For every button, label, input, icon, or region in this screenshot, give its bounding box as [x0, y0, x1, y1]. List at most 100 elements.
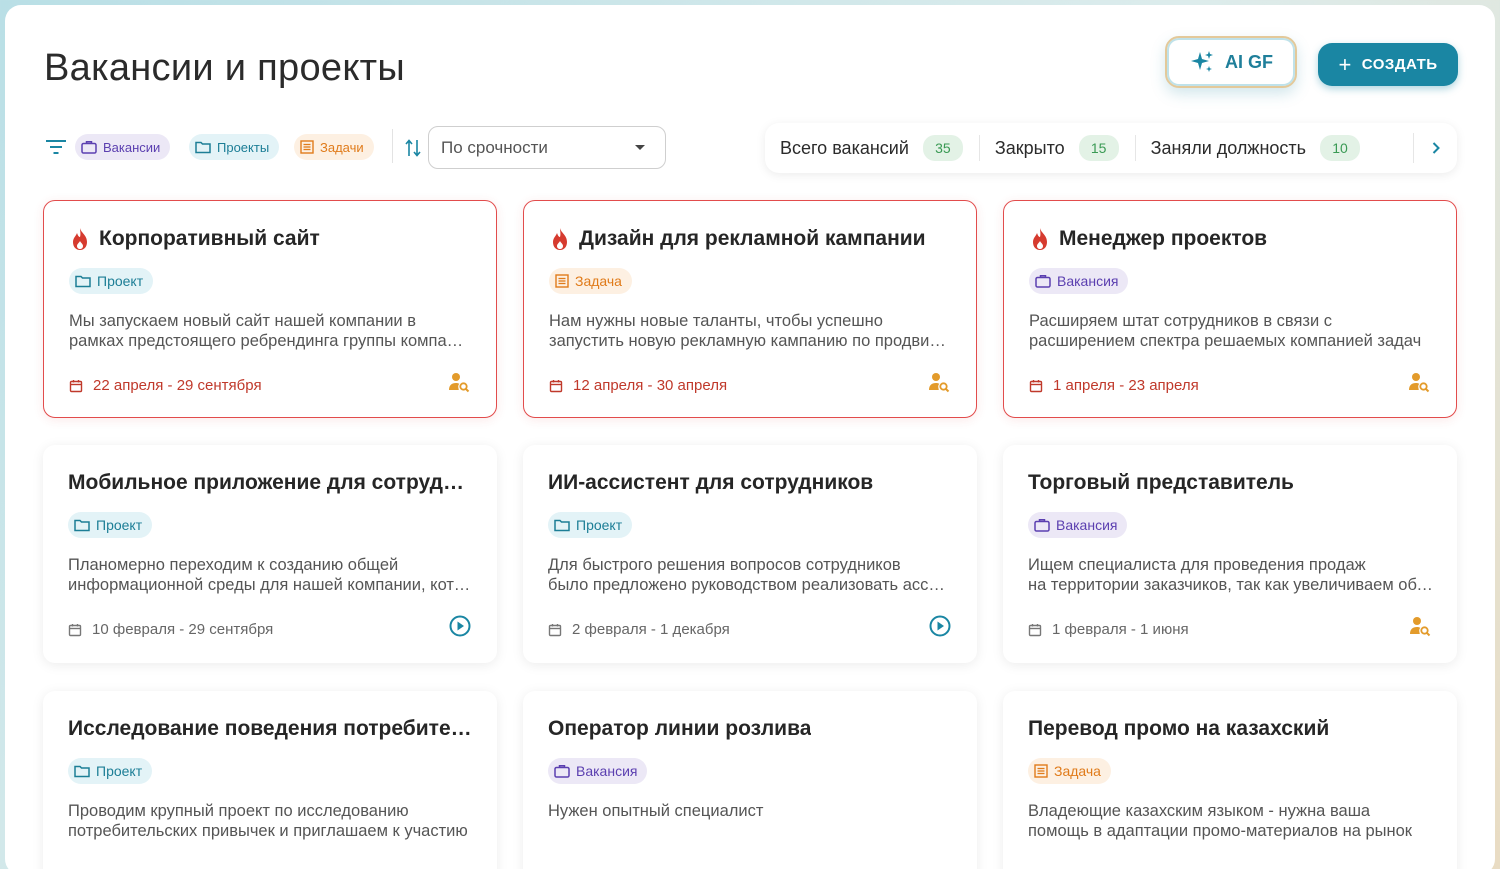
play-icon[interactable] [929, 615, 951, 637]
fire-icon [73, 228, 87, 250]
vacancy-card[interactable]: Исследование поведения потребителей Проек… [43, 691, 497, 869]
card-description-line: рамках предстоящего ребрендинга группы к… [69, 332, 472, 350]
type-chip-label: Задача [575, 273, 622, 289]
vacancy-card[interactable]: Корпоративный сайт Проект Мы запускаем нов… [43, 200, 497, 418]
ai-assistant-button[interactable]: AI GF [1165, 36, 1297, 88]
card-description: Мы запускаем новый сайт нашей компании в… [69, 311, 472, 351]
card-title-text: Мобильное приложение для сотрудников [68, 471, 473, 494]
filter-chip-projects[interactable]: Проекты [189, 134, 280, 160]
app-frame: Вакансии и проекты AI GF + СОЗДАТЬ Вакан… [5, 5, 1495, 869]
card-title: Дизайн для рекламной кампании [549, 227, 952, 251]
folder-icon [75, 275, 91, 288]
person-search-icon[interactable] [1408, 371, 1430, 393]
folder-icon [195, 141, 211, 154]
card-description-line: Владеющие казахским языком - нужна ваша [1028, 802, 1371, 820]
card-description: Планомерно переходим к созданию общей инф… [68, 555, 473, 595]
stat-label: Закрыто [994, 137, 1065, 158]
card-date: 1 апреля - 23 апреля [1029, 377, 1199, 394]
play-icon[interactable] [449, 615, 471, 637]
create-button-label: СОЗДАТЬ [1361, 56, 1438, 73]
calendar-icon [1029, 379, 1043, 392]
card-date-text: 1 февраля - 1 июня [1052, 621, 1189, 638]
vacancy-card[interactable]: Торговый представитель Вакансия Ищем специ… [1003, 445, 1457, 663]
card-title: ИИ-ассистент для сотрудников [548, 471, 953, 495]
type-chip-label: Проект [96, 517, 143, 533]
card-title: Перевод промо на казахский [1028, 717, 1433, 741]
vacancy-card[interactable]: Дизайн для рекламной кампании Задача Нам н… [523, 200, 977, 418]
card-title-text: Оператор линии розлива [548, 717, 812, 740]
type-chip-label: Проект [97, 273, 144, 289]
type-chip-label: Вакансия [576, 763, 638, 779]
calendar-icon [548, 623, 562, 636]
card-description: Ищем специалиста для проведения продаж на… [1028, 555, 1433, 595]
vacancy-card[interactable]: ИИ-ассистент для сотрудников Проект Для бы… [523, 445, 977, 663]
sort-select[interactable]: По срочности [428, 126, 666, 169]
card-title-text: Перевод промо на казахский [1028, 717, 1330, 740]
vacancy-card[interactable]: Мобильное приложение для сотрудников Прое… [43, 445, 497, 663]
card-date-text: 12 апреля - 30 апреля [573, 377, 728, 394]
folder-icon [74, 765, 90, 778]
card-date-text: 22 апреля - 29 сентября [93, 377, 262, 394]
calendar-icon [69, 379, 83, 392]
card-title-text: Торговый представитель [1028, 471, 1294, 494]
filter-icon[interactable] [45, 137, 67, 157]
type-chip: Вакансия [548, 758, 648, 784]
card-description-line: на территории заказчиков, так как увелич… [1028, 576, 1433, 594]
calendar-icon [1028, 623, 1042, 636]
stat-badge: 10 [1320, 135, 1361, 161]
card-title: Исследование поведения потребителей [68, 717, 473, 741]
person-search-icon[interactable] [1409, 615, 1431, 637]
card-description: Нужен опытный специалист [548, 801, 953, 821]
card-title-text: Корпоративный сайт [99, 227, 320, 250]
card-title-text: Исследование поведения потребителей [68, 717, 473, 740]
stat-badge: 35 [922, 135, 963, 161]
type-chip: Проект [548, 512, 633, 538]
filter-chip-vacancies[interactable]: Вакансии [75, 134, 171, 160]
vacancy-card[interactable]: Менеджер проектов Вакансия Расширяем штат … [1003, 200, 1457, 418]
card-title: Корпоративный сайт [69, 227, 472, 251]
person-search-icon[interactable] [928, 371, 950, 393]
card-date-text: 2 февраля - 1 декабря [572, 621, 730, 638]
folder-icon [74, 519, 90, 532]
card-date-text: 10 февраля - 29 сентября [92, 621, 274, 638]
filter-chip-label: Проекты [217, 139, 270, 155]
toolbar-divider [392, 129, 393, 163]
vacancy-card[interactable]: Перевод промо на казахский Задача Владеющи… [1003, 691, 1457, 869]
vacancy-card[interactable]: Оператор линии розлива Вакансия Нужен опыт… [523, 691, 977, 869]
task-list-icon [555, 274, 569, 288]
sort-icon[interactable] [405, 138, 421, 158]
card-description-line: Ищем специалиста для проведения продаж [1028, 556, 1366, 574]
type-chip-label: Проект [96, 763, 143, 779]
card-title: Торговый представитель [1028, 471, 1433, 495]
card-description: Для быстрого решения вопросов сотруднико… [548, 555, 953, 595]
plus-icon: + [1338, 51, 1352, 77]
card-description-line: информационной среды для нашей компании,… [68, 576, 473, 594]
type-chip-label: Проект [576, 517, 623, 533]
card-title-text: ИИ-ассистент для сотрудников [548, 471, 874, 494]
create-button[interactable]: + СОЗДАТЬ [1318, 43, 1458, 86]
filter-chip-tasks[interactable]: Задачи [294, 134, 374, 160]
card-description-line: помощь в адаптации промо-материалов на р… [1028, 822, 1413, 840]
card-description-line: Планомерно переходим к созданию общей [68, 556, 399, 574]
card-date: 1 февраля - 1 июня [1028, 621, 1189, 638]
page-title: Вакансии и проекты [44, 47, 406, 89]
task-list-icon [300, 140, 314, 154]
type-chip: Вакансия [1029, 268, 1129, 294]
filter-chip-label: Вакансии [103, 139, 161, 155]
card-description-line: расширением спектра решаемых компанией з… [1029, 332, 1422, 350]
type-chip: Задача [1028, 758, 1111, 784]
type-chip-label: Задача [1054, 763, 1101, 779]
type-chip: Проект [69, 268, 154, 294]
type-chip: Вакансия [1028, 512, 1128, 538]
stats-next-button[interactable] [1413, 133, 1457, 163]
calendar-icon [549, 379, 563, 392]
person-search-icon[interactable] [448, 371, 470, 393]
briefcase-icon [1035, 275, 1051, 288]
stat-label: Заняли должность [1150, 137, 1307, 158]
stat-closed: Закрыто 15 [978, 135, 1135, 161]
card-description: Расширяем штат сотрудников в связи с расш… [1029, 311, 1432, 351]
card-title-text: Менеджер проектов [1059, 227, 1268, 250]
folder-icon [554, 519, 570, 532]
card-description-line: Нам нужны новые таланты, чтобы успешно [549, 312, 883, 330]
card-date: 12 апреля - 30 апреля [549, 377, 727, 394]
